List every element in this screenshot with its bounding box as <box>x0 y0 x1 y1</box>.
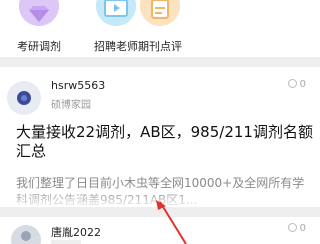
avatar[interactable] <box>11 225 41 244</box>
shortcut-label: 期刊点评 <box>138 40 182 53</box>
comment-count-value: 0 <box>299 79 306 90</box>
shortcut-qikan-dianping[interactable]: 期刊点评 <box>128 0 192 57</box>
shortcut-label: 考研调剂 <box>17 40 61 53</box>
comment-icon <box>287 223 297 232</box>
comment-count[interactable]: 0 <box>287 79 306 90</box>
comment-count-value: 0 <box>299 223 306 234</box>
shortcut-kaoyan-tiaoji[interactable]: 考研调剂 <box>7 0 71 57</box>
post-author[interactable]: hsrw5563 <box>51 79 105 92</box>
post-author[interactable]: 唐胤2022 <box>51 224 101 240</box>
comment-count[interactable]: 0 <box>287 223 306 234</box>
avatar[interactable] <box>7 81 41 115</box>
notepad-icon <box>140 0 180 26</box>
post-author-school <box>51 240 81 244</box>
post-title[interactable]: 大量接收22调剂，AB区，985/211调剂名额汇总 <box>16 123 316 161</box>
post-author-school: 硕博家园 <box>51 100 91 111</box>
diamond-icon <box>19 0 59 26</box>
shortcut-row: 考研调剂 招聘老师 期刊点评 <box>0 0 320 57</box>
section-divider <box>0 57 320 67</box>
post-card[interactable]: hsrw5563 硕博家园 0 大量接收22调剂，AB区，985/211调剂名额… <box>0 67 320 207</box>
annotation-arrow <box>156 200 187 244</box>
comment-icon <box>287 79 297 88</box>
